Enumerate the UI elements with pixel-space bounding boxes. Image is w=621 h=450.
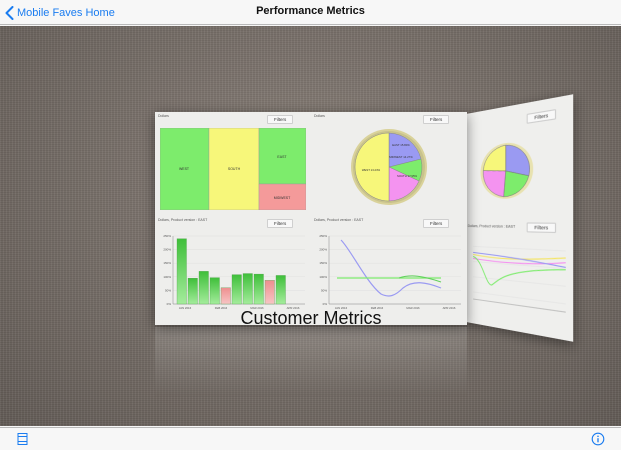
pie-label-west: WEST 13.23% xyxy=(362,168,381,172)
card-reflection xyxy=(155,327,467,397)
side-pie-chart xyxy=(479,137,536,201)
treemap-label-west: WEST xyxy=(179,167,190,171)
list-icon[interactable] xyxy=(16,432,30,450)
bar xyxy=(265,280,275,304)
bar-filter-button[interactable]: Filters xyxy=(267,219,293,228)
bar xyxy=(254,274,264,304)
treemap-label-east: EAST xyxy=(277,155,287,159)
side-line-chart xyxy=(470,236,569,322)
cover-flow-stage[interactable]: Filters Filters Dollars, Product version… xyxy=(0,26,621,426)
dashboard-card-secondary[interactable]: Filters Filters Dollars, Product version… xyxy=(466,94,573,342)
pie-label-east: EAST 15.80% xyxy=(392,143,410,147)
treemap-panel: Dollars Filters WEST SOUTH EAST MIDWEST xyxy=(155,112,311,216)
pie-title: Dollars xyxy=(314,114,325,118)
pie-filter-button[interactable]: Filters xyxy=(423,115,449,124)
bar xyxy=(232,275,242,304)
bar xyxy=(210,278,220,304)
treemap-title: Dollars xyxy=(158,114,169,118)
bar-y-tick-label: 200% xyxy=(163,248,171,252)
bar xyxy=(243,274,253,304)
line-y-tick-label: 250% xyxy=(319,234,327,238)
line-filter-button[interactable]: Filters xyxy=(423,219,449,228)
treemap-chart: WEST SOUTH EAST MIDWEST xyxy=(160,128,306,210)
line-y-tick-label: 150% xyxy=(319,261,327,265)
bar-y-tick-label: 100% xyxy=(163,275,171,279)
bar xyxy=(276,275,286,304)
bar-y-tick-label: 50% xyxy=(165,288,171,292)
bar xyxy=(188,278,198,304)
bar-title: Dollars, Product version : EAST xyxy=(158,218,207,222)
line-title: Dollars, Product version : EAST xyxy=(314,218,363,222)
bar xyxy=(199,271,209,304)
side-filter-button-2[interactable]: Filters xyxy=(527,222,557,233)
treemap-label-south: SOUTH xyxy=(228,167,241,171)
card-title-label: Customer Metrics xyxy=(155,309,467,327)
line-y-tick-label: 50% xyxy=(321,288,327,292)
pie-panel: Dollars Filters EAST 15.80% MIDWEST 14.2… xyxy=(311,112,467,216)
pie-chart: EAST 15.80% MIDWEST 14.27% SOUTH 17.95% … xyxy=(349,127,429,207)
bar-y-tick-label: 150% xyxy=(163,261,171,265)
line-y-tick-label: 200% xyxy=(319,248,327,252)
bar xyxy=(221,288,231,304)
bar-y-tick-label: 250% xyxy=(163,234,171,238)
treemap-filter-button[interactable]: Filters xyxy=(267,115,293,124)
side-filter-button[interactable]: Filters xyxy=(527,109,557,124)
series-line-purple xyxy=(341,240,441,296)
treemap-label-midwest: MIDWEST xyxy=(274,196,291,200)
dashboard-card-customer-metrics[interactable]: Dollars Filters WEST SOUTH EAST MIDWEST … xyxy=(155,112,467,325)
bottom-toolbar xyxy=(0,427,621,450)
pie-label-midwest: MIDWEST 14.27% xyxy=(389,155,413,159)
side-pie-slice xyxy=(483,169,505,198)
bar xyxy=(177,239,187,304)
navigation-bar: Mobile Faves Home Performance Metrics xyxy=(0,0,621,25)
info-icon[interactable] xyxy=(591,432,605,450)
bar-y-tick-label: 0% xyxy=(167,302,172,306)
side-series-line xyxy=(473,256,566,293)
line-y-tick-label: 100% xyxy=(319,275,327,279)
pie-label-south: SOUTH 17.95% xyxy=(397,174,418,178)
side-panel-title: Dollars, Product version : EAST xyxy=(468,224,515,229)
page-title: Performance Metrics xyxy=(0,5,621,17)
line-y-tick-label: 0% xyxy=(323,302,328,306)
